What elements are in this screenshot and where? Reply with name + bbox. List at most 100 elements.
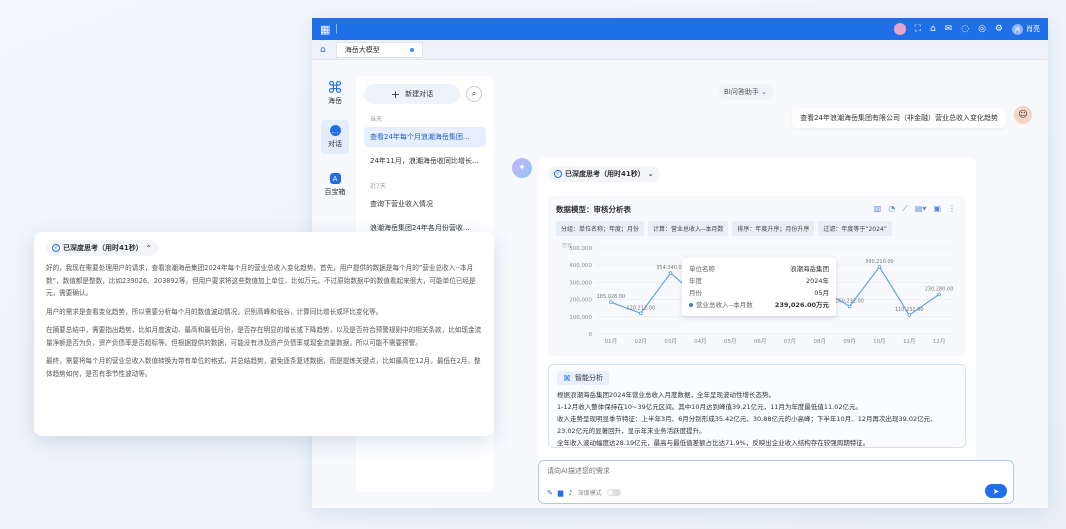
data-point	[847, 304, 852, 309]
home-icon[interactable]: ⌂	[320, 45, 326, 55]
thinking-paragraph: 最终，需要将每个月的营业总收入数值转换为带有单位的格式，并总结趋势，避免逐条复述…	[46, 357, 481, 378]
analysis-line: 全年收入波动幅度达28.19亿元，最高与最低值差额占比达71.9%，反映出企业收…	[557, 439, 870, 447]
nav-label: 对话	[328, 140, 342, 148]
send-button[interactable]: ➤	[985, 484, 1007, 498]
pie-chart-icon[interactable]: ◔	[888, 204, 895, 214]
deep-think-toggle[interactable]: ✓ 已深度思考（用时41秒） ⌄	[548, 166, 660, 182]
check-circle-icon: ✓	[554, 170, 562, 178]
data-point	[638, 311, 643, 316]
bot-avatar: ✦	[512, 158, 532, 178]
nav-item-chat[interactable]: … 对话	[321, 120, 349, 154]
chevron-down-icon: ⌄	[647, 170, 654, 178]
tooltip-value: 05月	[814, 289, 829, 297]
group-today: 当天	[370, 116, 383, 123]
check-icon[interactable]: ◎	[978, 24, 986, 34]
data-point	[609, 300, 613, 304]
search-icon[interactable]: ⌕	[466, 86, 482, 102]
nav-item-store[interactable]: A 百宝箱	[321, 168, 349, 202]
x-tick-label: 11月	[903, 338, 916, 345]
tooltip-value: 239,026.00万元	[774, 301, 829, 309]
user-name: 肖亮	[1026, 25, 1040, 33]
tooltip-value: 浪潮海岳集团	[790, 265, 829, 273]
bar-chart-icon[interactable]: ▥	[874, 204, 882, 214]
check-circle-icon: ✓	[52, 244, 60, 252]
mail-icon[interactable]: ✉	[945, 24, 953, 34]
thinking-paragraph: 在摘要总结中，需要指出趋势，比如月度波动、最高和最低月份，是否存在明显的增长或下…	[46, 326, 482, 347]
answer-card: ✓ 已深度思考（用时41秒） ⌄ 数据模型：审核分析表 ▥ ◔ ⟋ ▤▾ ▣ ⋮ 分…	[538, 158, 976, 476]
prompt-input[interactable]	[547, 467, 847, 475]
data-label: 390,210.00	[865, 259, 894, 265]
x-tick-label: 06月	[754, 338, 767, 345]
conversation-item[interactable]: 24年11月，浪潮海岳收同比增长...	[364, 151, 486, 171]
settings-icon[interactable]: ⚙	[995, 24, 1003, 34]
x-tick-label: 12月	[933, 338, 946, 345]
tab-model[interactable]: 海岳大模型	[335, 41, 423, 58]
top-bar: ▦ ⛶ ⌂ ✉ ◌ ◎ ⚙ 肖肖亮	[312, 18, 1048, 40]
tooltip-value: 2024年	[805, 277, 829, 285]
data-label: 230,280.00	[925, 286, 954, 292]
user-menu[interactable]: 肖肖亮	[1012, 23, 1040, 35]
tooltip-key: 年度	[689, 277, 702, 285]
filter-chip: 过滤：年度等于“2024”	[818, 221, 892, 236]
x-tick-label: 04月	[694, 338, 707, 345]
microphone-icon[interactable]: ♪	[568, 489, 572, 497]
folder-icon[interactable]: ▆	[558, 489, 563, 497]
ai-logo-icon: ⌘	[563, 373, 571, 383]
assistant-name: BI问答助手	[724, 88, 759, 96]
analysis-line: 收入走势呈现明显季节特征：上半年3月、6月分别形成35.42亿元、30.88亿元…	[557, 415, 937, 423]
mascot-avatar-icon[interactable]	[893, 23, 906, 35]
message-icon[interactable]: ◌	[961, 24, 969, 34]
chart-toolbar: ▥ ◔ ⟋ ▤▾ ▣ ⋮	[874, 204, 956, 214]
tooltip-key: 单位名称	[689, 265, 715, 273]
apps-grid-icon[interactable]: ▦	[320, 23, 330, 36]
user-avatar: ☺	[1014, 106, 1032, 124]
chevron-down-icon: ⌄	[761, 88, 767, 96]
y-tick-label: 100,000	[569, 315, 592, 321]
x-tick-label: 08月	[814, 338, 827, 345]
divider	[336, 24, 338, 34]
filter-chip: 计算：营业总收入--本月数	[648, 221, 729, 236]
more-icon[interactable]: ⋮	[948, 204, 956, 214]
assistant-selector[interactable]: BI问答助手 ⌄	[718, 84, 773, 100]
fullscreen-icon[interactable]: ⛶	[915, 24, 921, 34]
new-chat-label: 新建对话	[405, 90, 434, 98]
tab-label: 海岳大模型	[344, 45, 380, 54]
image-icon[interactable]: ▣	[933, 204, 941, 214]
chart-type-icon[interactable]: ▤▾	[915, 204, 927, 214]
x-tick-label: 05月	[724, 338, 737, 345]
conversation-item[interactable]: 查看24年每个月浪潮海岳集团...	[364, 127, 486, 147]
plus-icon: +	[390, 87, 401, 101]
data-label: 160,232.00	[835, 298, 864, 304]
x-tick-label: 01月	[605, 338, 618, 345]
org-icon[interactable]: ⌂	[930, 24, 936, 34]
chat-main: BI问答助手 ⌄ 查看24年浪潮海岳集团有限公司（非金融）营业总收入变化趋势 ☺…	[502, 76, 1042, 504]
data-point	[937, 292, 941, 297]
chart-card: 数据模型：审核分析表 ▥ ◔ ⟋ ▤▾ ▣ ⋮ 分组：单位名称；年度；月份 计算…	[548, 196, 966, 356]
y-tick-label: 300,000	[569, 280, 592, 286]
deep-mode-toggle[interactable]	[606, 489, 621, 496]
y-tick-label: 500,000	[569, 246, 592, 252]
tab-active-dot	[409, 47, 414, 52]
brand-name: 海岳	[328, 97, 342, 105]
brand-logo-icon: ⌘	[327, 78, 343, 97]
tab-bar: ⌂ 海岳大模型	[312, 40, 1048, 60]
user-question: 查看24年浪潮海岳集团有限公司（非金融）营业总收入变化趋势	[792, 108, 1006, 128]
brand: ⌘ 海岳	[327, 80, 343, 106]
magic-wand-icon[interactable]: ✎	[547, 489, 553, 497]
chart-tooltip: 单位名称 浪潮海岳集团 年度 2024年 月份 05月 营业总收入--本月数 239,0…	[682, 258, 836, 316]
new-chat-button[interactable]: + 新建对话	[364, 84, 460, 104]
filter-chip: 排序：年度升序；月份升序	[732, 221, 815, 236]
data-label: 110,232.00	[895, 307, 924, 313]
mode-label: 深度模式	[577, 490, 602, 497]
analysis-line: 根据浪潮海岳集团2024年营业总收入月度数据，全年呈现波动性增长态势。	[557, 391, 776, 399]
tooltip-key: 营业总收入--本月数	[696, 301, 753, 309]
ai-icon: A	[329, 173, 341, 184]
thinking-paragraph: 用户的需求是查看变化趋势，所以需要分析每个月的数值波动情况，识别高峰和低谷，计算…	[46, 307, 383, 316]
line-chart-icon[interactable]: ⟋	[902, 204, 908, 214]
analysis-line: 1-12月收入整体保持在10~39亿元区间。其中10月达到峰值39.21亿元，1…	[557, 403, 862, 411]
deep-think-toggle[interactable]: ✓ 已深度思考（用时41秒） ⌃	[46, 240, 158, 256]
x-tick-label: 02月	[635, 338, 648, 345]
conversation-item[interactable]: 查询下营业收入情况	[364, 194, 486, 214]
deep-think-label: 已深度思考（用时41秒）	[63, 244, 143, 252]
thinking-paragraph: 好的，我现在需要处理用户的请求，查看浪潮海岳集团2024年每个月的营业总收入变化…	[46, 264, 476, 297]
